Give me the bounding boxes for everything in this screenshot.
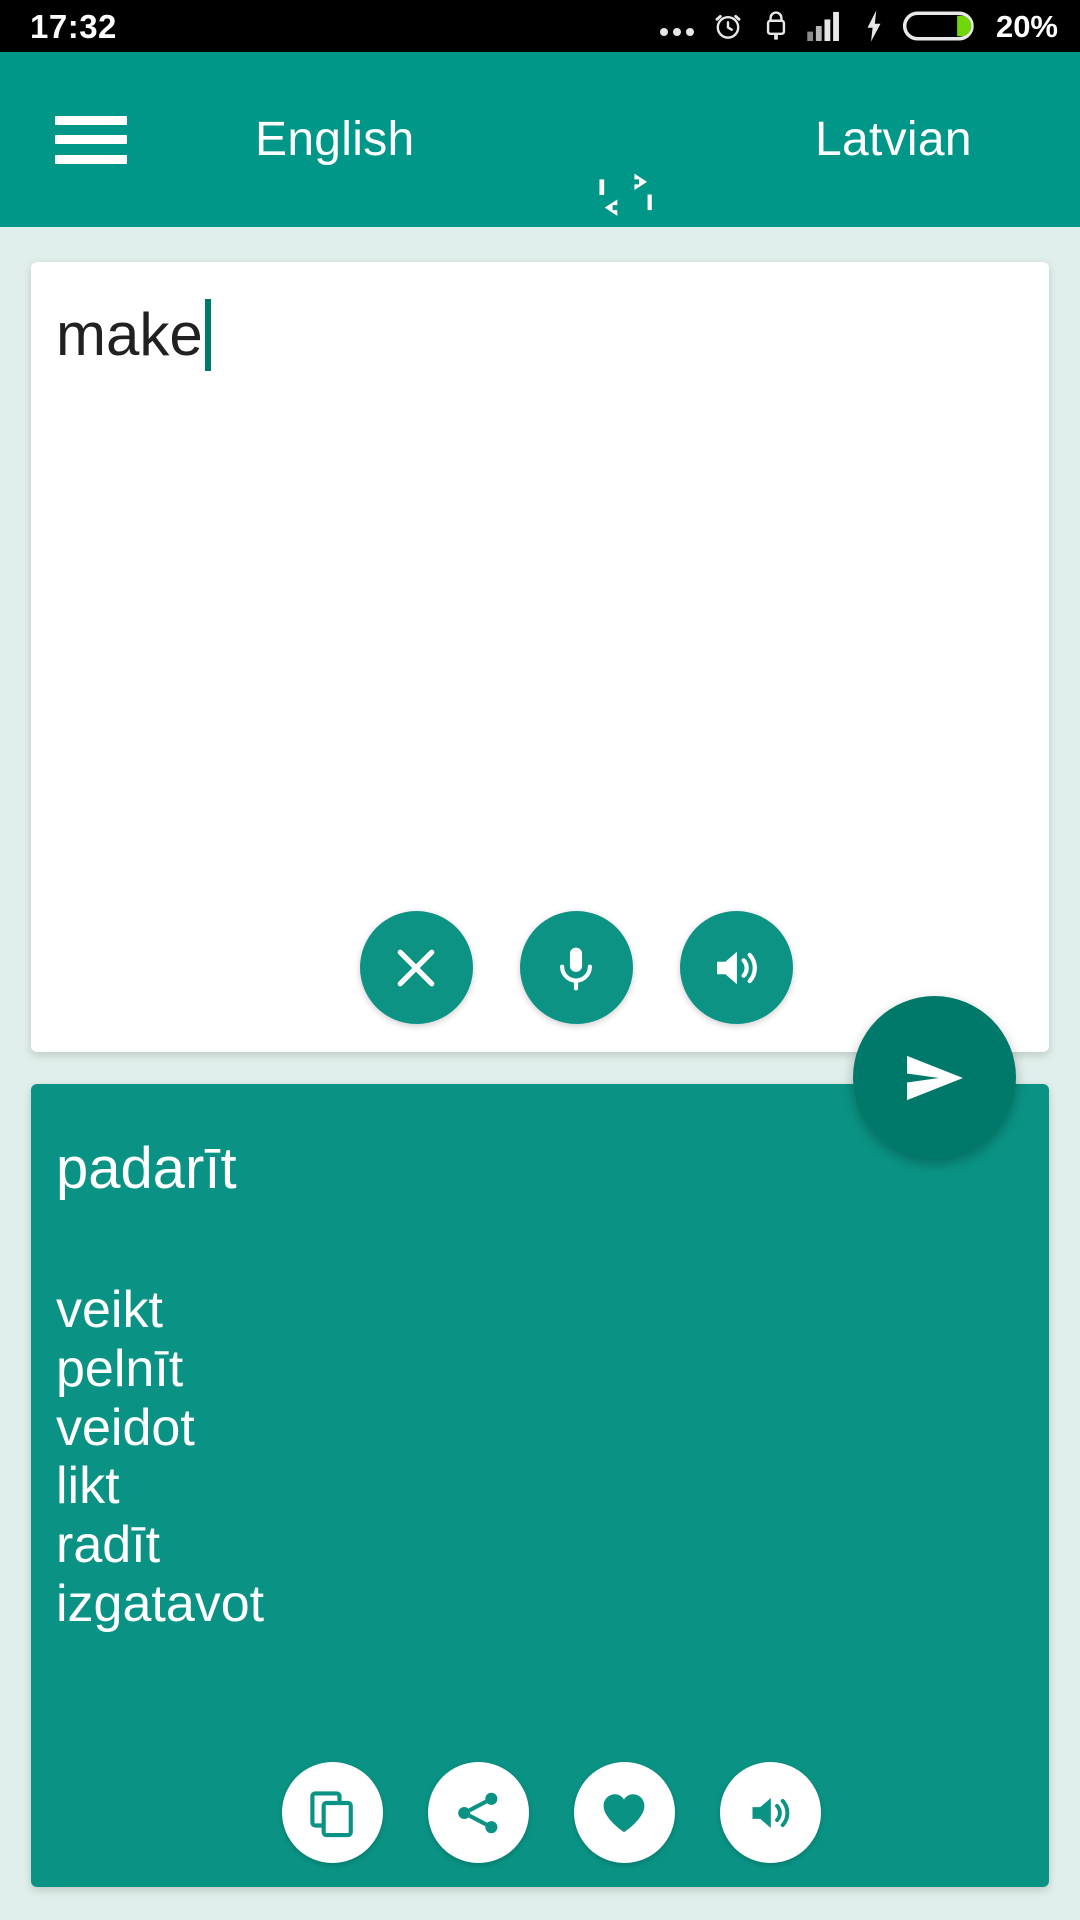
translate-send-button[interactable]	[853, 996, 1016, 1159]
alternative-translation: pelnīt	[56, 1339, 184, 1398]
heart-icon	[603, 1793, 645, 1832]
battery-percent: 20%	[995, 8, 1058, 44]
app-bar: English Latvian	[0, 52, 1080, 227]
voice-input-button[interactable]	[519, 911, 633, 1024]
alternative-translation: veidot	[56, 1398, 195, 1457]
usb-lock-icon	[766, 11, 786, 40]
copy-button[interactable]	[281, 1762, 383, 1863]
target-language-button[interactable]: Latvian	[815, 112, 972, 167]
clear-button[interactable]	[359, 911, 473, 1024]
translation-result-card[interactable]: padarīt veikt pelnīt veidot likt radīt i…	[31, 1084, 1049, 1887]
send-icon	[906, 1055, 963, 1100]
speaker-icon	[717, 951, 757, 984]
status-bar: 17:32 20%	[0, 0, 1080, 52]
favorite-button[interactable]	[573, 1762, 675, 1863]
alarm-icon	[715, 14, 741, 39]
speak-source-button[interactable]	[679, 911, 793, 1024]
charging-bolt-icon	[867, 10, 881, 42]
alternative-translation: veikt	[56, 1281, 163, 1339]
more-dots-icon	[659, 11, 694, 41]
speak-result-button[interactable]	[719, 1762, 821, 1863]
text-caret	[204, 299, 211, 371]
share-icon	[458, 1792, 498, 1833]
status-time: 17:32	[30, 7, 117, 45]
source-text-input[interactable]: make	[56, 297, 996, 372]
source-text-card[interactable]: make	[31, 262, 1049, 1052]
speaker-icon	[752, 1797, 790, 1828]
alternative-translation: radīt	[56, 1516, 161, 1574]
microphone-icon	[560, 947, 592, 990]
alternative-translation: likt	[56, 1457, 120, 1516]
battery-icon	[902, 11, 974, 41]
close-x-icon	[397, 949, 435, 986]
source-language-button[interactable]: English	[255, 112, 415, 167]
status-icon-tray: 20%	[659, 8, 1058, 44]
source-text-value: make	[56, 301, 203, 368]
swap-languages-icon[interactable]	[596, 164, 656, 226]
share-button[interactable]	[427, 1762, 529, 1863]
alternative-translation: izgatavot	[56, 1574, 265, 1633]
signal-bars-icon	[807, 11, 839, 41]
copy-icon	[310, 1790, 353, 1837]
primary-translation: padarīt	[56, 1136, 237, 1201]
alternative-translations: veikt pelnīt veidot likt radīt izgatavot	[56, 1281, 1006, 1634]
hamburger-menu-icon[interactable]	[55, 115, 127, 164]
result-actions-row	[31, 1762, 1049, 1863]
